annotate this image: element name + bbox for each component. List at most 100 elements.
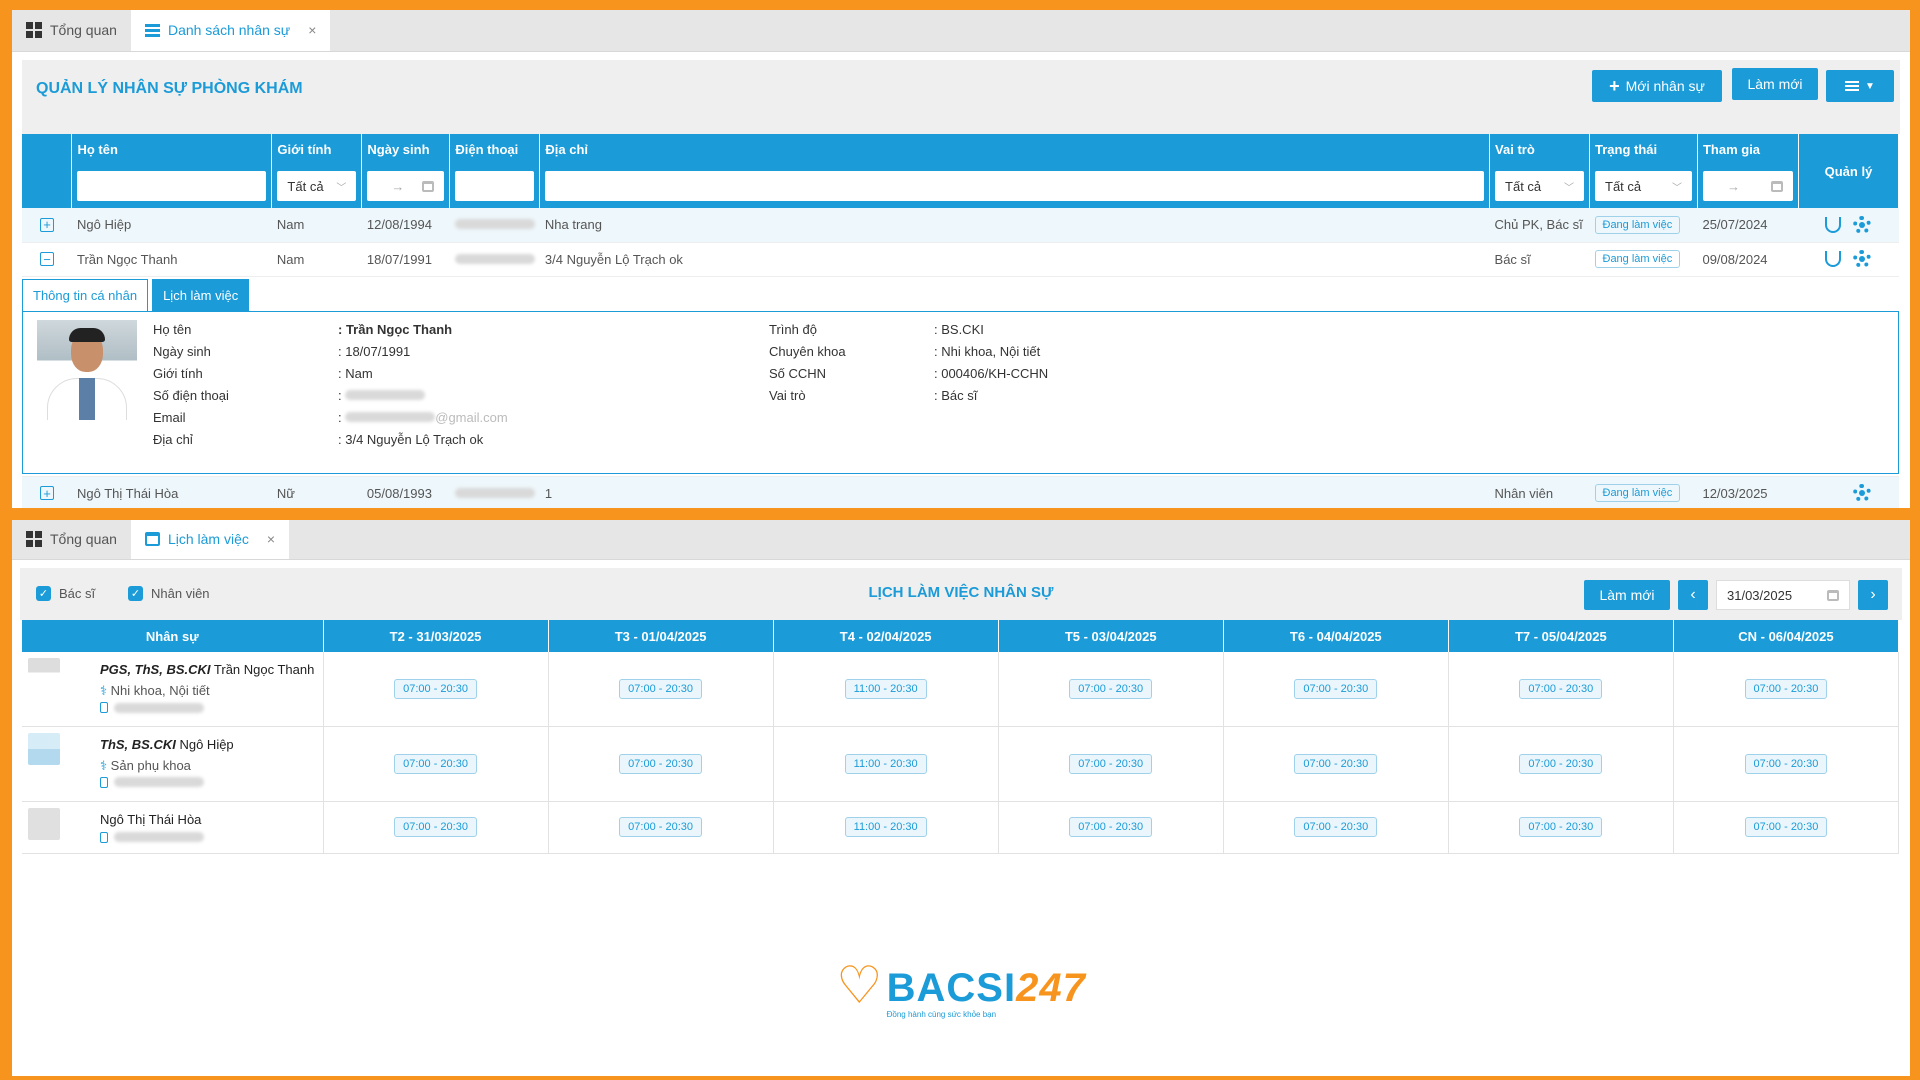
status-badge: Đang làm việc	[1594, 215, 1681, 234]
value-phone: :	[338, 388, 426, 403]
shift-slot[interactable]: 07:00 - 20:30	[1294, 817, 1378, 837]
tab-overview[interactable]: Tổng quan	[12, 520, 131, 559]
label-fullname: Họ tên	[153, 321, 192, 337]
cell-role: Nhân viên	[1489, 476, 1590, 508]
shift-slot[interactable]: 07:00 - 20:30	[1294, 753, 1378, 774]
column-menu-button[interactable]: ▼	[1826, 70, 1894, 102]
role-filter-select[interactable]: Tất cả ﹀	[1495, 171, 1584, 201]
close-icon[interactable]: ×	[267, 531, 275, 547]
cell-phone	[449, 476, 540, 508]
cell-role: Bác sĩ	[1489, 242, 1590, 277]
refresh-label: Làm mới	[1747, 76, 1803, 92]
tab-personal-info[interactable]: Thông tin cá nhân	[22, 278, 149, 311]
header-role-label: Vai trò	[1495, 142, 1535, 157]
close-icon[interactable]: ×	[308, 22, 316, 38]
staff-name: PGS, ThS, BS.CKI Trần Ngọc Thanh	[100, 662, 314, 677]
avatar	[28, 807, 60, 840]
schedule-header-row: Nhân sự T2 - 31/03/2025 T3 - 01/04/2025 …	[22, 620, 1900, 652]
gender-filter-select[interactable]: Tất cả ﹀	[277, 171, 357, 201]
tab-work-schedule[interactable]: Lịch làm việc ×	[130, 520, 290, 559]
shift-slot[interactable]: 07:00 - 20:30	[1069, 753, 1153, 774]
cell-role: Chủ PK, Bác sĩ	[1489, 208, 1590, 243]
shift-slot[interactable]: 07:00 - 20:30	[1519, 817, 1603, 837]
tab-work-schedule[interactable]: Lịch làm việc	[152, 278, 250, 311]
value-degree: : BS.CKI	[934, 321, 984, 337]
chevron-right-icon: ›	[1870, 586, 1876, 603]
dashboard-icon	[26, 531, 42, 547]
shift-slot[interactable]: 07:00 - 20:30	[1519, 678, 1603, 699]
detail-panel: Họ tên: Trần Ngọc Thanh Ngày sinh: 18/07…	[22, 310, 1899, 474]
shift-slot[interactable]: 11:00 - 20:30	[844, 817, 927, 837]
expand-icon[interactable]: +	[39, 217, 54, 232]
status-filter-select[interactable]: Tất cả ﹀	[1595, 171, 1692, 201]
chevron-down-icon: ▼	[1865, 80, 1875, 92]
address-filter-input[interactable]	[545, 171, 1485, 201]
phone-filter-input[interactable]	[455, 171, 535, 201]
cell-dob: 05/08/1993	[361, 476, 450, 508]
chevron-down-icon: ﹀	[1564, 182, 1574, 194]
shift-slot[interactable]: 07:00 - 20:30	[1069, 817, 1153, 837]
tab-staff-list[interactable]: Danh sách nhân sự ×	[130, 10, 331, 51]
cell-phone	[449, 208, 540, 243]
page-header: QUẢN LÝ NHÂN SỰ PHÒNG KHÁM + Mới nhân sự…	[22, 60, 1900, 134]
chevron-left-icon: ‹	[1690, 586, 1696, 603]
schedule-refresh-button[interactable]: Làm mới	[1584, 580, 1670, 610]
cell-address: Nha trang	[539, 208, 1490, 243]
staff-name-text: Trần Ngọc Thanh	[213, 662, 315, 677]
value-dob: : 18/07/1991	[338, 343, 411, 359]
header-role: Vai trò Tất cả ﹀	[1489, 134, 1590, 208]
schedule-refresh-label: Làm mới	[1599, 587, 1655, 603]
name-filter-input[interactable]	[77, 171, 267, 201]
shift-slot[interactable]: 07:00 - 20:30	[394, 753, 477, 774]
shift-slot[interactable]: 07:00 - 20:30	[1744, 817, 1828, 837]
next-week-button[interactable]: ›	[1858, 580, 1888, 610]
avatar	[28, 732, 60, 765]
expand-icon[interactable]: +	[39, 486, 54, 500]
value-specialty: : Nhi khoa, Nội tiết	[934, 343, 1041, 359]
table-row[interactable]: + Ngô Hiệp Nam 12/08/1994 Nha trang Chủ …	[22, 208, 1899, 243]
shift-slot[interactable]: 07:00 - 20:30	[619, 817, 703, 837]
gear-icon[interactable]	[1853, 250, 1872, 268]
stethoscope-icon[interactable]	[1825, 251, 1842, 267]
phone-redacted	[114, 702, 204, 713]
shift-slot[interactable]: 07:00 - 20:30	[1519, 753, 1603, 774]
row-actions	[1803, 250, 1893, 268]
collapse-icon[interactable]: −	[39, 252, 54, 266]
schedule-toolbar: ✓ Bác sĩ ✓ Nhân viên LỊCH LÀM VIỆC NHÂN …	[20, 568, 1902, 620]
phone-redacted	[454, 253, 535, 264]
add-staff-button[interactable]: + Mới nhân sự	[1592, 70, 1722, 102]
phone-icon	[100, 776, 108, 788]
specialty-text: Nhi khoa, Nội tiết	[110, 683, 210, 698]
prev-week-button[interactable]: ‹	[1678, 580, 1708, 610]
shift-slot[interactable]: 07:00 - 20:30	[394, 678, 477, 699]
header-day: T4 - 02/04/2025	[773, 620, 999, 652]
shift-slot[interactable]: 07:00 - 20:30	[1744, 678, 1828, 699]
shift-slot[interactable]: 07:00 - 20:30	[1294, 678, 1378, 699]
calendar-icon	[1827, 589, 1839, 601]
cell-joined: 09/08/2024	[1697, 242, 1799, 277]
refresh-button[interactable]: Làm mới	[1732, 68, 1818, 100]
shift-slot[interactable]: 07:00 - 20:30	[1744, 753, 1828, 774]
tab-overview[interactable]: Tổng quan	[12, 10, 131, 51]
shift-slot[interactable]: 07:00 - 20:30	[619, 678, 703, 699]
chevron-down-icon: ﹀	[1671, 182, 1682, 194]
label-specialty: Chuyên khoa	[769, 343, 846, 359]
gear-icon[interactable]	[1853, 484, 1872, 502]
table-row[interactable]: − Trần Ngọc Thanh Nam 18/07/1991 3/4 Ngu…	[22, 242, 1899, 277]
gear-icon[interactable]	[1853, 215, 1872, 234]
date-picker[interactable]: 31/03/2025	[1716, 580, 1850, 610]
joined-filter-range[interactable]: →	[1702, 171, 1793, 201]
shift-slot[interactable]: 11:00 - 20:30	[844, 678, 927, 699]
dob-filter-range[interactable]: →	[367, 171, 445, 201]
shift-slot[interactable]: 11:00 - 20:30	[844, 753, 927, 774]
table-row[interactable]: + Ngô Thị Thái Hòa Nữ 05/08/1993 1 Nhân …	[22, 476, 1899, 508]
cell-phone	[449, 242, 540, 277]
shift-slot[interactable]: 07:00 - 20:30	[619, 753, 703, 774]
shift-slot[interactable]: 07:00 - 20:30	[394, 817, 477, 837]
label-gender: Giới tính	[153, 365, 203, 381]
value-address: : 3/4 Nguyễn Lộ Trạch ok	[338, 431, 484, 447]
stethoscope-icon[interactable]	[1825, 216, 1842, 233]
row-actions	[1803, 215, 1893, 234]
range-arrow: →	[391, 178, 405, 194]
shift-slot[interactable]: 07:00 - 20:30	[1069, 678, 1153, 699]
